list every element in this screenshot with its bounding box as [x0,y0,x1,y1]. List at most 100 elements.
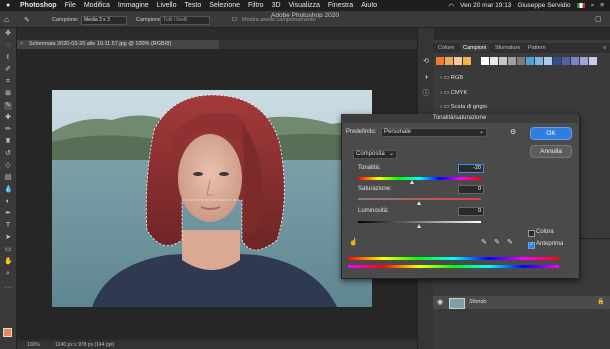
lightness-slider[interactable] [358,221,481,223]
color-swatch[interactable] [463,57,471,65]
preset-select[interactable]: Personale ⌄ [381,128,487,137]
eyedropper-icon[interactable]: ✎ [24,16,30,24]
workspace-icon[interactable]: ▢ [595,15,602,23]
color-swatch[interactable] [589,57,597,65]
hand-adjust-icon[interactable]: ☝ [349,238,358,246]
settings-gear-icon[interactable]: ⚙ [510,128,516,136]
menu-app-name[interactable]: Photoshop [20,2,57,9]
menu-help[interactable]: Aiuto [361,2,377,9]
menu-image[interactable]: Immagine [118,2,149,9]
color-swatch[interactable] [535,57,543,65]
preview-checkbox[interactable]: ✓ [528,242,535,249]
blur-tool-icon[interactable]: 💧 [4,186,13,194]
close-tab-icon[interactable]: × [20,40,23,49]
tab-gradients[interactable]: Sfumature [492,44,523,52]
adjust-panel-icon[interactable]: ◑ [422,74,430,82]
hue-slider-thumb[interactable] [410,180,415,184]
menu-layer[interactable]: Livello [157,2,177,9]
hand-tool-icon[interactable]: ✋ [4,258,13,266]
color-swatch[interactable] [499,57,507,65]
eyedropper-add-icon[interactable]: ✎ [494,238,500,246]
layer-name[interactable]: Sfondo [469,299,486,305]
crop-tool-icon[interactable]: ⌗ [4,78,12,86]
lasso-tool-icon[interactable]: ℓ [4,54,12,62]
ok-button[interactable]: OK [530,127,572,140]
ring-checkbox[interactable]: ☐ [232,17,237,23]
search-icon[interactable]: ⌕ [591,2,595,10]
color-swatch[interactable] [445,57,453,65]
color-swatch[interactable] [562,57,570,65]
healing-tool-icon[interactable]: ✚ [4,114,12,122]
flag-icon[interactable] [576,3,585,8]
menu-view[interactable]: Visualizza [289,2,320,9]
color-swatch[interactable] [526,57,534,65]
hue-input[interactable]: -20 [458,164,484,173]
move-tool-icon[interactable]: ✥ [4,30,12,38]
menu-edit[interactable]: Modifica [84,2,110,9]
menu-file[interactable]: File [65,2,76,9]
menu-window[interactable]: Finestra [328,2,353,9]
menu-3d[interactable]: 3D [272,2,281,9]
lightness-input[interactable]: 0 [458,207,484,216]
color-swatch[interactable] [481,57,489,65]
datetime[interactable]: Ven 20 mar 19:13 [460,2,511,9]
history-brush-icon[interactable]: ↺ [4,150,12,158]
apple-icon[interactable]: ● [6,2,14,9]
marquee-tool-icon[interactable]: ◌ [4,42,12,50]
eyedropper-subtract-icon[interactable]: ✎ [507,238,513,246]
user-name[interactable]: Giuseppe Servidio [517,2,570,9]
color-swatch[interactable] [580,57,588,65]
color-swatch[interactable] [508,57,516,65]
quick-select-tool-icon[interactable]: ✐ [4,66,12,74]
more-tools-icon[interactable]: ··· [4,284,12,292]
info-panel-icon[interactable]: ⓘ [422,90,430,98]
color-swatch[interactable] [571,57,579,65]
color-swatch[interactable] [472,57,480,65]
menu-type[interactable]: Testo [185,2,202,9]
swatch-folder-grayscale[interactable]: › ▭ Scala di grigio [440,104,487,110]
menu-filter[interactable]: Filtro [248,2,264,9]
channel-select[interactable]: Composita ⌄ [353,150,397,159]
lightness-slider-thumb[interactable] [417,224,421,228]
cancel-button[interactable]: Annulla [530,145,572,158]
eraser-tool-icon[interactable]: ◇ [4,162,12,170]
gradient-tool-icon[interactable]: ▤ [4,174,12,182]
zoom-level[interactable]: 100% [27,341,40,349]
foreground-color-swatch[interactable] [3,328,12,337]
eyedropper-tool-icon[interactable]: ✎ [4,102,12,110]
color-swatch[interactable] [553,57,561,65]
panel-menu-icon[interactable]: ≡ [600,44,609,52]
eyedropper-icon[interactable]: ✎ [481,238,487,246]
color-swatch[interactable] [517,57,525,65]
eye-icon[interactable]: ◉ [437,298,443,306]
path-select-icon[interactable]: ➤ [4,234,12,242]
home-icon[interactable]: ⌂ [4,15,9,24]
frame-tool-icon[interactable]: ⊠ [4,90,12,98]
pen-tool-icon[interactable]: ✒ [4,210,12,218]
history-panel-icon[interactable]: ⟲ [422,58,430,66]
swatch-folder-cmyk[interactable]: › ▭ CMYK [440,90,467,96]
hue-slider[interactable] [358,177,481,180]
stamp-tool-icon[interactable]: ♜ [4,138,12,146]
type-tool-icon[interactable]: T [4,222,12,230]
shape-tool-icon[interactable]: ▭ [4,246,12,254]
color-swatch[interactable] [544,57,552,65]
saturation-slider-thumb[interactable] [417,201,421,205]
list-icon[interactable]: ≡ [600,2,604,9]
swatch-folder-rgb[interactable]: › ▭ RGB [440,75,463,81]
document-tab[interactable]: × Schermata 2020-03-20 alle 19.11.57.jpg… [17,40,219,49]
saturation-slider[interactable] [358,198,481,200]
layer-row[interactable]: ◉ Sfondo 🔒 [433,296,610,309]
document-image[interactable] [52,90,372,307]
wifi-icon[interactable]: ◠ [448,2,454,10]
colorize-checkbox[interactable] [528,230,535,237]
brush-tool-icon[interactable]: ✏ [4,126,12,134]
saturation-input[interactable]: 0 [458,185,484,194]
menu-select[interactable]: Selezione [209,2,240,9]
color-swatch[interactable] [454,57,462,65]
tab-color[interactable]: Colore [435,44,457,52]
zoom-tool-icon[interactable]: ⌕ [4,270,12,278]
dodge-tool-icon[interactable]: ◐ [4,198,12,206]
color-swatch[interactable] [490,57,498,65]
tab-swatches[interactable]: Campioni [460,44,490,52]
